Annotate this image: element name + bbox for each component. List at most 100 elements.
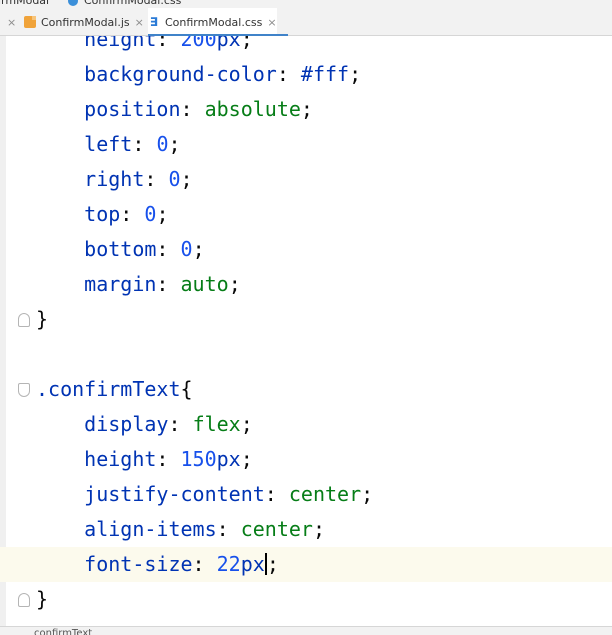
code-line[interactable]: right: 0; [0,162,612,197]
close-icon[interactable]: × [135,16,144,29]
css-property: top [84,202,121,226]
editor-tab-strip: × ConfirmModal.js × ∃ ConfirmModal.css × [0,8,612,36]
css-semicolon: ; [180,167,193,191]
tab-confirmmodal-css[interactable]: ∃ ConfirmModal.css × [148,8,277,36]
code-line-text: top: 0; [36,197,168,232]
close-icon[interactable]: × [7,16,16,29]
code-line[interactable]: .confirmText{ [0,372,612,407]
code-line[interactable]: left: 0; [0,127,612,162]
js-file-icon [24,16,36,28]
css-property: height [84,447,157,471]
close-brace: } [36,307,49,331]
css-semicolon: ; [361,482,374,506]
css-semicolon: ; [240,412,253,436]
css-unit: px [216,36,241,51]
code-line-text: .confirmText{ [36,372,193,407]
code-line[interactable]: align-items: center; [0,512,612,547]
css-value: flex [192,412,241,436]
close-icon[interactable]: × [267,16,276,29]
code-line[interactable]: background-color: #fff; [0,57,612,92]
css-colon: : [156,447,181,471]
current-code-line[interactable]: font-size: 22px; [0,547,612,582]
css-value: auto [180,272,229,296]
css-unit: px [240,552,265,576]
tab-confirmmodal-js[interactable]: ConfirmModal.js × [24,8,144,36]
code-line[interactable] [0,337,612,372]
css-semicolon: ; [300,97,313,121]
css-value: 0 [180,237,193,261]
indentation [36,237,84,261]
css-selector: .confirmText [36,377,181,401]
css-value: 0 [144,202,157,226]
indentation [36,517,84,541]
indentation [36,132,84,156]
css-colon: : [156,272,181,296]
code-editor[interactable]: height: 200px; background-color: #fff; p… [0,36,612,626]
code-line-text: font-size: 22px; [36,547,279,582]
status-breadcrumb[interactable]: confirmText [34,628,92,635]
css-file-icon [68,0,78,6]
code-line-text: display: flex; [36,407,253,442]
code-line[interactable]: height: 200px; [0,36,612,57]
code-line-text: height: 150px; [36,442,253,477]
css-colon: : [120,202,145,226]
previous-tab-fragment[interactable]: × [2,8,16,36]
close-brace: } [36,587,49,611]
code-line-text: margin: auto; [36,267,241,302]
code-line[interactable]: top: 0; [0,197,612,232]
css-semicolon: ; [312,517,326,541]
fold-end-icon[interactable] [18,593,30,607]
code-line[interactable]: bottom: 0; [0,232,612,267]
css-semicolon: ; [349,62,362,86]
code-line[interactable]: } [0,582,612,617]
code-line-text: } [36,302,48,337]
css-property: bottom [84,237,157,261]
code-line-text: position: absolute; [36,92,313,127]
code-line[interactable]: display: flex; [0,407,612,442]
indentation [36,552,84,576]
code-line[interactable]: margin: auto; [0,267,612,302]
css-property: position [84,97,181,121]
code-line-text: align-items: center; [36,512,325,547]
css-semicolon: ; [192,237,205,261]
fold-end-icon[interactable] [18,313,30,327]
css-colon: : [276,62,301,86]
css-value: absolute [204,97,301,121]
indentation [36,202,84,226]
open-brace: { [180,377,193,401]
breadcrumb-item-file[interactable]: ConfirmModal.css [84,0,181,8]
css-property: margin [84,272,157,296]
tab-label: ConfirmModal.js [41,15,130,29]
css-value: 0 [168,167,181,191]
css-value: center [288,482,362,506]
css-colon: : [192,552,217,576]
css-value: 200 [180,36,217,51]
css-colon: : [216,517,241,541]
css-colon: : [264,482,289,506]
css-unit: px [216,447,241,471]
css-property: align-items [84,517,217,541]
css-value: 22 [216,552,241,576]
code-line-text: justify-content: center; [36,477,373,512]
code-line[interactable]: position: absolute; [0,92,612,127]
css-colon: : [144,167,169,191]
breadcrumb-item-component[interactable]: irmModal [0,0,49,8]
indentation [36,97,84,121]
css-property: right [84,167,145,191]
indentation [36,412,84,436]
code-line-text: left: 0; [36,127,180,162]
indentation [36,36,84,51]
code-line[interactable]: height: 150px; [0,442,612,477]
indentation [36,272,84,296]
css-property: justify-content [84,482,265,506]
fold-icon[interactable] [18,383,30,397]
code-line[interactable]: justify-content: center; [0,477,612,512]
css-semicolon: ; [156,202,169,226]
code-line[interactable]: } [0,302,612,337]
css-colon: : [132,132,157,156]
css-value: #fff [300,62,350,86]
css-colon: : [180,97,205,121]
css-file-icon: ∃ [149,15,159,29]
css-property: font-size [84,552,193,576]
code-line-text: } [36,582,48,617]
